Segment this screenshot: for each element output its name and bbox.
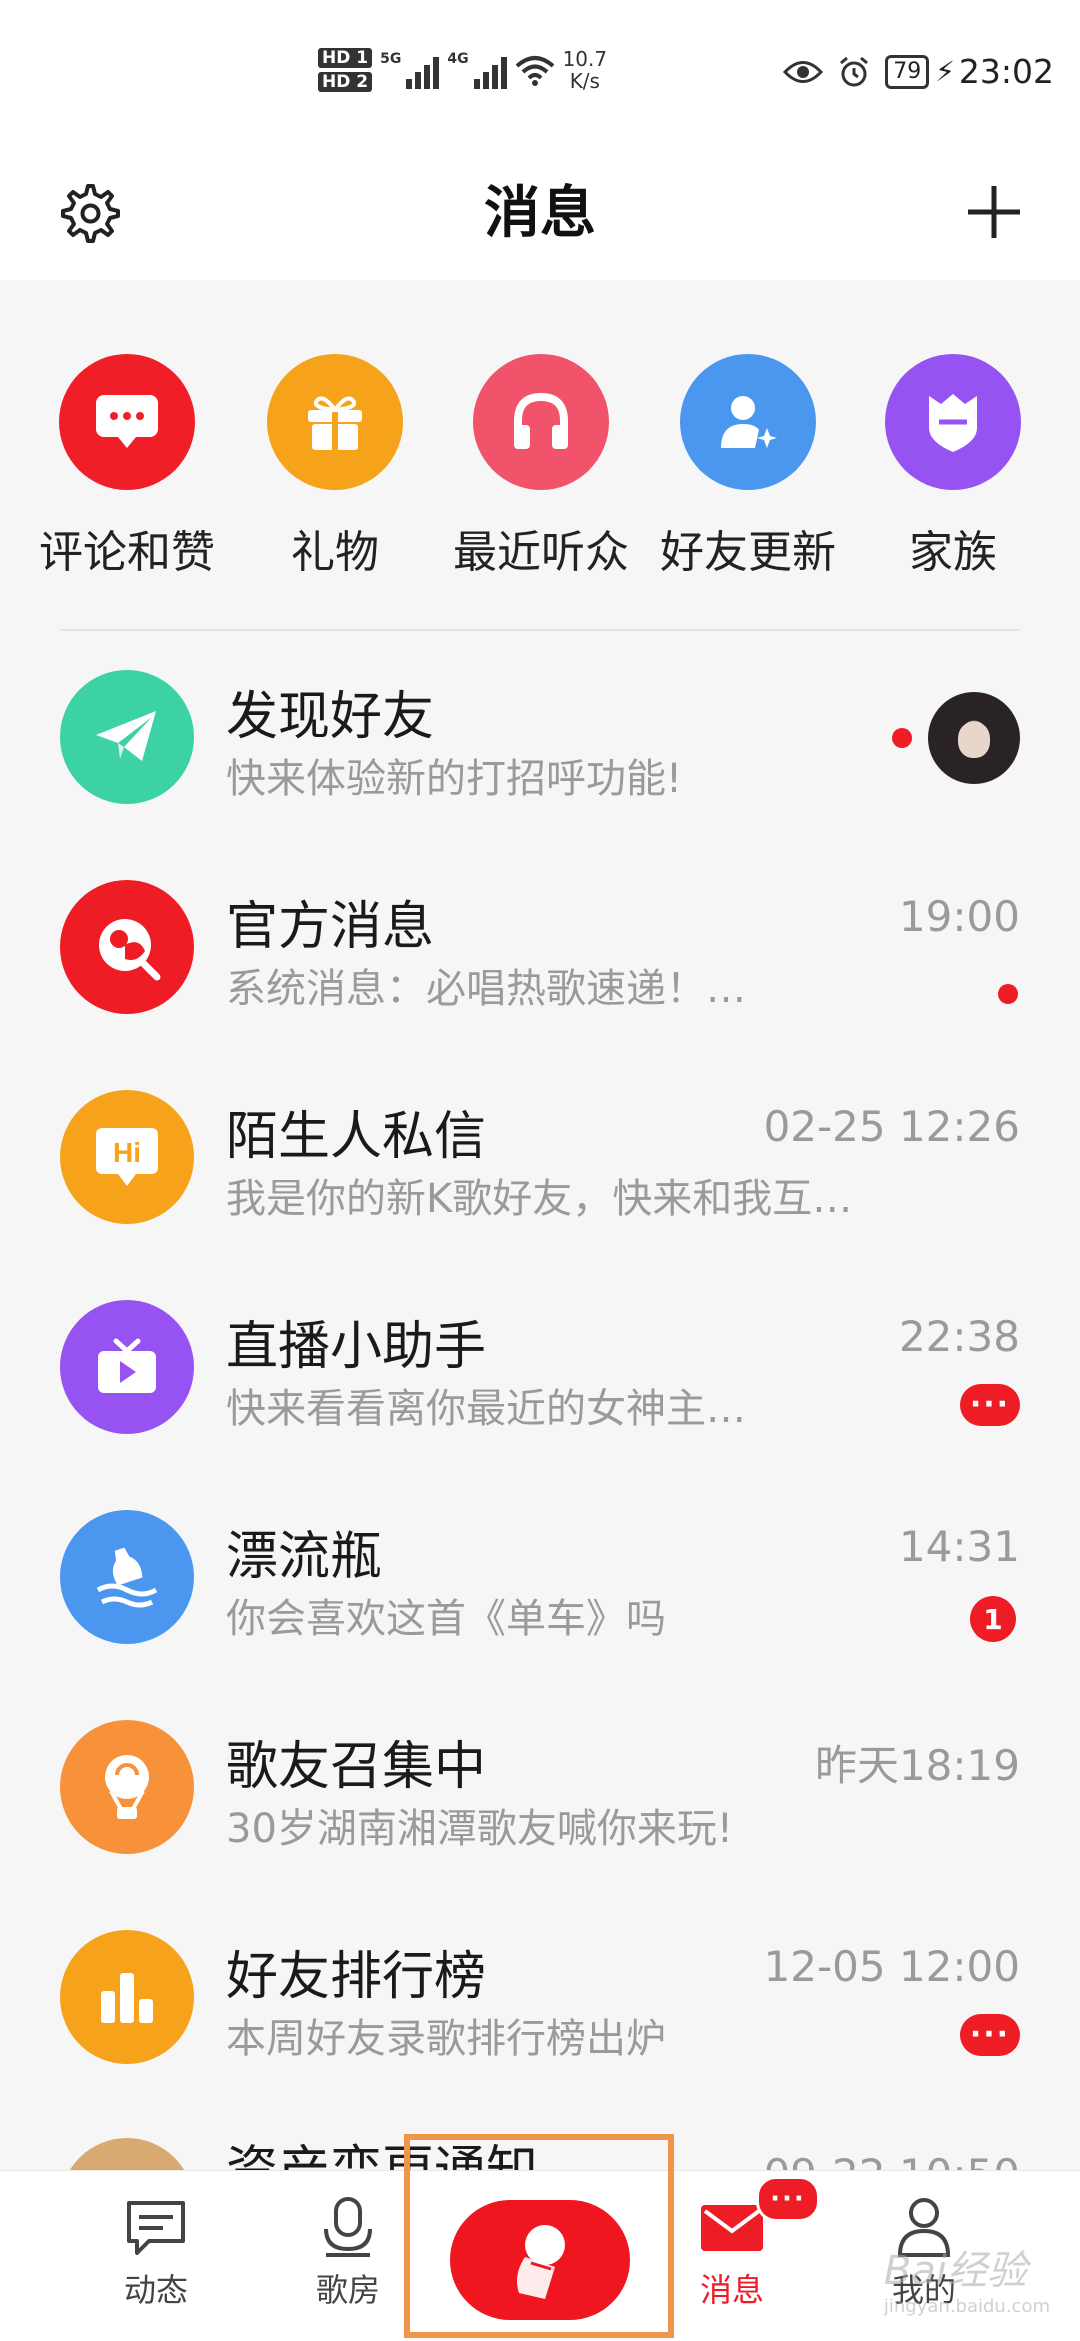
list-item-live-assistant[interactable]: 直播小助手 快来看看离你最近的女神主… 22:38 ···	[0, 1262, 1080, 1472]
gift-icon	[267, 354, 403, 490]
item-title: 歌友召集中	[226, 1737, 487, 1797]
item-title: 发现好友	[226, 687, 435, 747]
item-subtitle: 30岁湖南湘潭歌友喊你来玩!	[226, 1806, 733, 1852]
status-left: HD 1 HD 2 5G 4G 10.7 K/s	[318, 48, 607, 92]
status-bar: HD 1 HD 2 5G 4G 10.7 K/s 79 ⚡ 23:02	[0, 0, 1080, 150]
quick-label: 评论和赞	[39, 527, 215, 578]
item-title: 官方消息	[226, 897, 435, 957]
bottle-icon	[60, 1510, 194, 1644]
page-title: 消息	[484, 181, 596, 246]
plus-icon	[968, 186, 1020, 238]
tab-label: 消息	[699, 2271, 764, 2309]
list-item-friend-ranking[interactable]: 好友排行榜 本周好友录歌排行榜出炉 12-05 12:00 ···	[0, 1892, 1080, 2102]
quick-friend-updates[interactable]: 好友更新	[645, 354, 851, 580]
hot-air-balloon-icon	[60, 1720, 194, 1854]
list-item-stranger[interactable]: Hi 陌生人私信 我是你的新K歌好友，快来和我互… 02-25 12:26	[0, 1052, 1080, 1262]
chat-lines-icon	[86, 2191, 226, 2263]
unread-dot	[892, 728, 912, 748]
wifi-icon	[515, 56, 554, 86]
unread-count-badge: 1	[970, 1596, 1016, 1642]
unread-more-badge: ···	[960, 2014, 1020, 2056]
watermark-text: Bai经验	[883, 2248, 1027, 2294]
unread-dot	[998, 984, 1018, 1004]
speed-unit: K/s	[569, 69, 600, 93]
item-subtitle: 系统消息：必唱热歌速递！…	[226, 966, 746, 1012]
friend-update-icon	[680, 354, 816, 490]
signal-4g-icon: 4G	[447, 51, 507, 89]
status-right: 79 ⚡ 23:02	[783, 52, 1054, 91]
net1-label: 5G	[380, 51, 402, 67]
quick-label: 家族	[909, 527, 997, 578]
item-subtitle: 本周好友录歌排行榜出炉	[226, 2016, 666, 2062]
item-subtitle: 你会喜欢这首《单车》吗	[226, 1596, 666, 1642]
item-time: 22:38	[898, 1312, 1020, 1361]
hd-indicator: HD 1 HD 2	[318, 48, 373, 92]
friend-avatar	[928, 692, 1020, 784]
tv-icon	[60, 1300, 194, 1434]
net2-label: 4G	[447, 51, 469, 67]
item-title: 直播小助手	[226, 1317, 487, 1377]
quick-label: 好友更新	[660, 527, 836, 578]
header: 消息	[0, 150, 1080, 280]
speed-value: 10.7	[562, 47, 608, 71]
tab-ktv-room[interactable]: 歌房	[278, 2191, 418, 2311]
unread-more-badge: ···	[960, 1384, 1020, 1426]
paper-plane-icon	[60, 670, 194, 804]
item-time: 12-05 12:00	[763, 1942, 1020, 1991]
item-title: 好友排行榜	[226, 1947, 487, 2007]
item-time: 19:00	[898, 892, 1020, 941]
signal-5g-icon: 5G	[380, 51, 440, 89]
item-time: 14:31	[898, 1522, 1020, 1571]
quick-actions: 评论和赞 礼物 最近听众 好友更新 家族	[0, 280, 1080, 630]
quick-gifts[interactable]: 礼物	[232, 354, 438, 580]
svg-text:Hi: Hi	[113, 1137, 141, 1168]
item-time: 昨天18:19	[814, 1741, 1020, 1790]
hd1-label: HD 1	[318, 48, 373, 68]
bar-chart-icon	[60, 1930, 194, 2064]
eye-icon	[783, 60, 824, 83]
list-item-discover-friends[interactable]: 发现好友 快来体验新的打招呼功能!	[0, 632, 1080, 842]
tab-label: 动态	[123, 2271, 188, 2309]
tab-feed[interactable]: 动态	[86, 2191, 226, 2311]
official-logo-icon	[60, 880, 194, 1014]
comment-icon	[59, 354, 195, 490]
shield-icon	[885, 354, 1021, 490]
messages-tab-badge: ···	[756, 2176, 820, 2222]
watermark-sub: jingyan.baidu.com	[883, 2296, 1050, 2317]
quick-label: 最近听众	[453, 527, 629, 578]
clock: 23:02	[958, 52, 1054, 91]
hi-bubble-icon: Hi	[60, 1090, 194, 1224]
hd2-label: HD 2	[318, 72, 373, 92]
headphones-icon	[473, 354, 609, 490]
list-item-official[interactable]: 官方消息 系统消息：必唱热歌速递！… 19:00	[0, 842, 1080, 1052]
quick-listeners[interactable]: 最近听众	[438, 354, 644, 580]
charging-icon: ⚡	[935, 55, 955, 88]
list-item-song-friends[interactable]: 歌友召集中 30岁湖南湘潭歌友喊你来玩! 昨天18:19	[0, 1682, 1080, 1892]
item-time: 02-25 12:26	[763, 1102, 1020, 1151]
quick-comments[interactable]: 评论和赞	[24, 354, 230, 580]
tab-label: 歌房	[315, 2271, 380, 2309]
item-subtitle: 快来体验新的打招呼功能!	[226, 756, 683, 802]
item-subtitle: 我是你的新K歌好友，快来和我互…	[226, 1176, 853, 1222]
watermark: Bai经验 jingyan.baidu.com	[884, 2238, 1050, 2317]
item-title: 漂流瓶	[226, 1527, 383, 1587]
divider	[60, 629, 1020, 631]
quick-family[interactable]: 家族	[850, 354, 1056, 580]
battery-level: 79	[885, 54, 930, 89]
item-subtitle: 快来看看离你最近的女神主…	[226, 1386, 746, 1432]
quick-label: 礼物	[291, 527, 379, 578]
highlight-annotation	[404, 2134, 674, 2338]
alarm-icon	[840, 56, 869, 86]
add-button[interactable]	[954, 172, 1034, 252]
mic-icon	[278, 2191, 418, 2263]
item-title: 陌生人私信	[226, 1107, 487, 1167]
network-speed: 10.7 K/s	[563, 48, 608, 92]
list-item-drift-bottle[interactable]: 漂流瓶 你会喜欢这首《单车》吗 14:31 1	[0, 1472, 1080, 1682]
